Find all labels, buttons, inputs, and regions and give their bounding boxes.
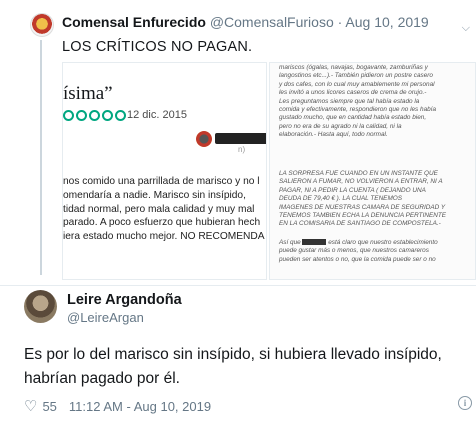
tweet-footer: ♡ 55 11:12 AM - Aug 10, 2019	[24, 397, 211, 415]
tweet-text: LOS CRÍTICOS NO PAGAN.	[62, 39, 253, 55]
thread-line	[40, 40, 42, 275]
separator: ·	[337, 14, 343, 30]
tweet-date[interactable]: Aug 10, 2019	[345, 14, 428, 30]
review-date: 12 dic. 2015	[127, 109, 187, 121]
reply-line: Así que está claro que nuestro estableci…	[279, 239, 475, 247]
redacted-reviewer-name	[215, 133, 266, 144]
reply-line: les invitó a unos licores caseros de cre…	[279, 89, 427, 97]
reply-line: LA SORPRESA FUE CUANDO EN UN INSTANTE QU…	[279, 170, 438, 177]
rating-bubble	[76, 110, 87, 121]
author-name[interactable]: Comensal Enfurecido	[62, 14, 206, 30]
reviewer-suffix: n)	[238, 145, 246, 154]
reply-line: y dos cafes, con lo cual muy amablemente…	[279, 80, 435, 88]
review-line: nos comido una parrillada de marisco y n…	[63, 176, 260, 187]
reply-paragraph: mariscos (ógalas, navajas, bogavante, za…	[279, 64, 475, 140]
reply-line-rest: está claro que nuestro establecimiento	[328, 239, 438, 246]
avatar[interactable]	[24, 290, 57, 323]
review-body: nos comido una parrillada de marisco y n…	[63, 175, 266, 244]
review-line: omendaría a nadie. Marisco sin insípido,	[63, 189, 246, 201]
chevron-down-icon[interactable]: ⌵	[462, 22, 470, 35]
review-line: parado. A poco esfuerzo que hubieran hec…	[63, 217, 261, 229]
reply-line: IMAGENES DE NUESTRAS CAMARA DE SEGURIDAD…	[279, 203, 446, 211]
rating-bubble	[89, 110, 100, 121]
info-icon[interactable]: i	[458, 396, 472, 410]
review-line: tidad normal, pero mala calidad y muy ma…	[63, 203, 255, 215]
reply-paragraph: Así que está claro que nuestro estableci…	[279, 239, 475, 264]
rating-bubbles	[63, 110, 126, 121]
rating-bubble	[102, 110, 113, 121]
reply-line: gustado mucho, que en cantidad había est…	[279, 114, 427, 122]
review-line: iera estado mucho mejor. NO RECOMENDA	[63, 231, 265, 243]
avatar[interactable]	[30, 13, 54, 37]
author-handle[interactable]: @ComensalFurioso	[210, 14, 334, 30]
tweet-text: Es por lo del marisco sin insípido, si h…	[24, 346, 442, 387]
reply-line: Les preguntamos siempre que tal había es…	[279, 97, 420, 105]
author-handle[interactable]: @LeireArgan	[67, 310, 144, 325]
reply-line: comida y efectivamente, respondieron que…	[279, 106, 437, 114]
like-count[interactable]: 55	[42, 399, 56, 414]
reply-line: DEUDA DE 79,40 € ). LA CUAL TENEMOS	[279, 195, 403, 203]
reply-paragraph: LA SORPRESA FUE CUANDO EN UN INSTANTE QU…	[279, 170, 475, 229]
reply-line: EN LA COMISARIA DE SANTIAGO DE COMPOSTEL…	[279, 220, 441, 228]
redacted-name	[302, 239, 327, 246]
author-name[interactable]: Leire Argandoña	[67, 292, 182, 308]
tweet-timestamp[interactable]: 11:12 AM - Aug 10, 2019	[69, 399, 211, 414]
review-screenshot[interactable]: ísima” 12 dic. 2015 n) nos comido una pa…	[62, 62, 267, 280]
heart-icon[interactable]: ♡	[24, 397, 37, 415]
review-title: ísima”	[63, 83, 113, 104]
reply-line: elaboración.- Hasta aquí, todo normal.	[279, 131, 388, 139]
quoted-tweet-header: Comensal Enfurecido @ComensalFurioso · A…	[62, 14, 429, 30]
reviewer-avatar	[196, 131, 212, 147]
reply-line: puede gustar más o menos, que nuestros c…	[279, 247, 429, 255]
reply-line: mariscos (ógalas, navajas, bogavante, za…	[279, 64, 428, 71]
reply-screenshot[interactable]: mariscos (ógalas, navajas, bogavante, za…	[269, 62, 476, 280]
reply-line: langostinos etc...).- También pidieron u…	[279, 72, 433, 80]
reply-line: PAGAR, NI A PEDIR LA CUENTA ( DEJANDO UN…	[279, 186, 426, 194]
reply-line: pero no era de su agrado ni la calidad, …	[279, 122, 402, 130]
reply-line: pueden ser atentos o no, que la comida p…	[279, 255, 436, 263]
reply-prefix: Así que	[279, 239, 301, 246]
reply-line: SALIERON A FUMAR, NO VOLVIERON A ENTRAR,…	[279, 178, 443, 186]
main-tweet[interactable]: Leire Argandoña @LeireArgan Es por lo de…	[0, 285, 476, 424]
tweet-media[interactable]: ísima” 12 dic. 2015 n) nos comido una pa…	[62, 62, 476, 280]
rating-bubble	[63, 110, 74, 121]
rating-bubble	[115, 110, 126, 121]
reply-line: TENEMOS TAMBIEN ECHA LA DENUNCIA PERTINE…	[279, 212, 447, 220]
quoted-tweet[interactable]: Comensal Enfurecido @ComensalFurioso · A…	[0, 0, 476, 285]
